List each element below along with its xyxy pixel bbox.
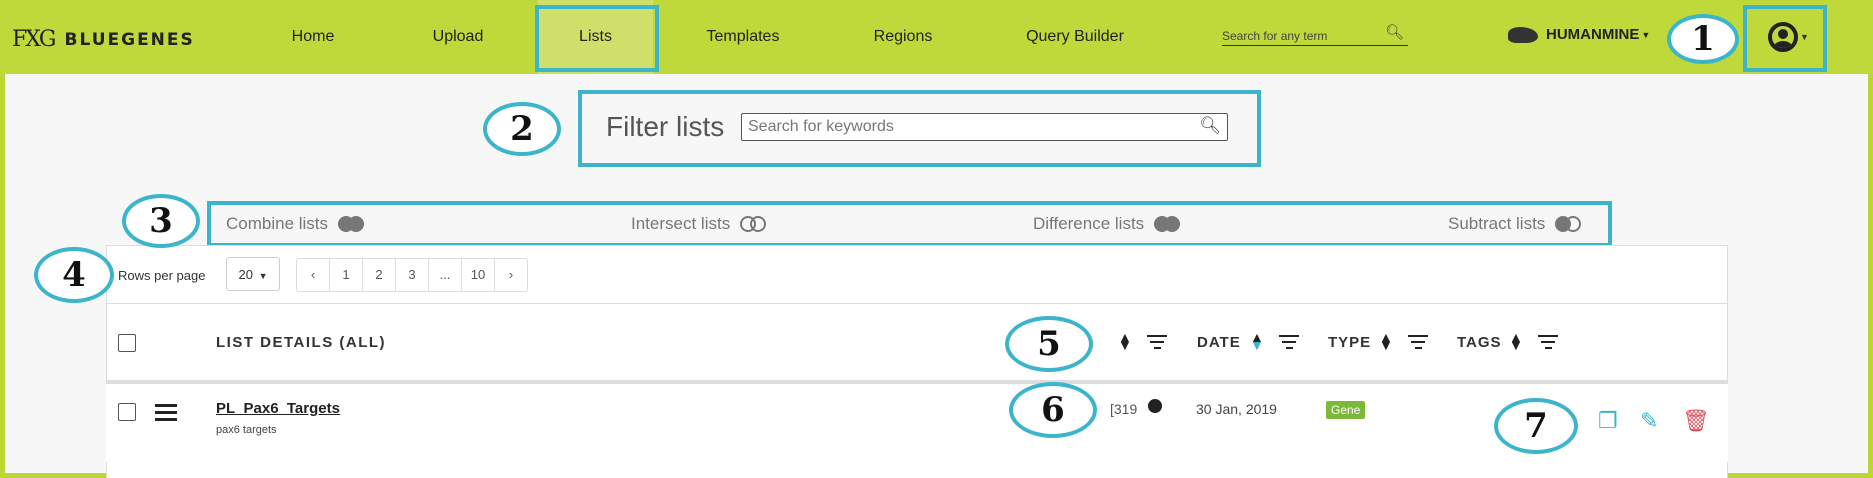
annotation-badge-1: 1 [1667,14,1739,64]
rows-per-page-select[interactable]: 20 ▼ [226,257,280,291]
nav-templates[interactable]: Templates [688,0,798,74]
page-ellipsis: ... [429,259,462,291]
intersect-lists-label: Intersect lists [631,214,731,233]
table-row [106,384,1728,462]
annotation-badge-7: 7 [1494,398,1578,454]
tags-column-header[interactable]: TAGS [1457,334,1502,351]
nav-regions[interactable]: Regions [848,0,958,74]
highlight-operations [207,201,1612,247]
filter-icon[interactable] [1408,335,1428,353]
list-date: 30 Jan, 2019 [1196,401,1277,417]
nav-upload[interactable]: Upload [403,0,513,74]
list-details-header: LIST DETAILS (ALL) [216,334,387,351]
subtract-lists-button[interactable]: Subtract lists [1448,214,1583,234]
intersection-icon [740,216,768,232]
annotation-badge-6: 6 [1009,382,1097,438]
page-1[interactable]: 1 [330,259,363,291]
divider [106,303,1728,304]
page-3[interactable]: 3 [396,259,429,291]
highlight-lists-tab [535,5,659,72]
page-2[interactable]: 2 [363,259,396,291]
type-tag: Gene [1326,401,1366,419]
globe-icon [1148,399,1162,413]
chevron-down-icon: ▼ [258,271,268,281]
filter-title: Filter lists [606,111,725,142]
search-icon[interactable]: 🔍︎ [1199,116,1221,136]
filter-icon[interactable] [1538,335,1558,353]
row-checkbox[interactable] [118,403,136,421]
sort-icon[interactable]: ▲ ▼ [1250,330,1264,352]
trash-icon[interactable]: 🗑︎ [1682,408,1710,434]
app-logo[interactable]: FXG BLUEGENES [12,27,195,52]
logo-mark: FXG [12,27,56,52]
annotation-badge-2: 2 [483,102,561,156]
list-name-link[interactable]: PL_Pax6_Targets [216,400,340,417]
edit-icon[interactable]: ✎ [1640,408,1658,434]
navbar: FXG BLUEGENES Home Upload Lists Template… [0,0,1873,74]
rows-per-page-value: 20 [238,267,253,282]
mine-name: HUMANMINE [1546,26,1640,43]
type-column-header[interactable]: TYPE [1328,334,1371,351]
difference-lists-button[interactable]: Difference lists [1033,214,1182,234]
subtract-lists-label: Subtract lists [1448,214,1546,233]
nav-home[interactable]: Home [258,0,368,74]
list-count: [319 [1110,401,1138,417]
annotation-badge-5: 5 [1005,316,1093,372]
combine-lists-label: Combine lists [226,214,329,233]
filter-search-field[interactable]: 🔍︎ [741,113,1228,141]
difference-icon [1154,216,1182,232]
combine-lists-button[interactable]: Combine lists [226,214,366,234]
chevron-down-icon: ▼ [1641,29,1651,40]
pagination: ‹ 1 2 3 ... 10 › [296,258,528,292]
list-description: pax6 targets [216,424,277,436]
search-icon[interactable]: 🔍︎ [1385,23,1404,41]
global-search-placeholder: Search for any term [1222,29,1328,43]
sort-icon[interactable]: ▲ ▼ [1379,330,1393,352]
union-icon [338,216,366,232]
sort-icon[interactable]: ▲ ▼ [1118,330,1132,352]
mine-logo-icon [1508,26,1538,43]
page-next[interactable]: › [495,259,527,291]
annotation-badge-4: 4 [34,247,114,303]
intersect-lists-button[interactable]: Intersect lists [631,214,768,234]
highlight-user-menu [1743,5,1827,72]
global-search[interactable]: Search for any term 🔍︎ [1222,24,1408,46]
difference-lists-label: Difference lists [1033,214,1145,233]
select-all-checkbox[interactable] [118,334,136,352]
page-10[interactable]: 10 [462,259,495,291]
page-prev[interactable]: ‹ [297,259,330,291]
annotation-badge-3: 3 [122,194,200,248]
copy-icon[interactable]: ❐ [1598,408,1618,434]
list-icon [155,404,177,425]
app-name: BLUEGENES [64,29,195,50]
date-column-header[interactable]: DATE [1197,334,1241,351]
rows-per-page-label: Rows per page [118,268,206,283]
filter-icon[interactable] [1279,335,1299,353]
mine-selector[interactable]: HUMANMINE ▼ [1508,26,1650,43]
filter-icon[interactable] [1147,335,1167,353]
subtract-icon [1555,216,1583,232]
sort-icon[interactable]: ▲ ▼ [1509,330,1523,352]
nav-query-builder[interactable]: Query Builder [1010,0,1140,74]
filter-search-input[interactable] [746,114,1190,140]
